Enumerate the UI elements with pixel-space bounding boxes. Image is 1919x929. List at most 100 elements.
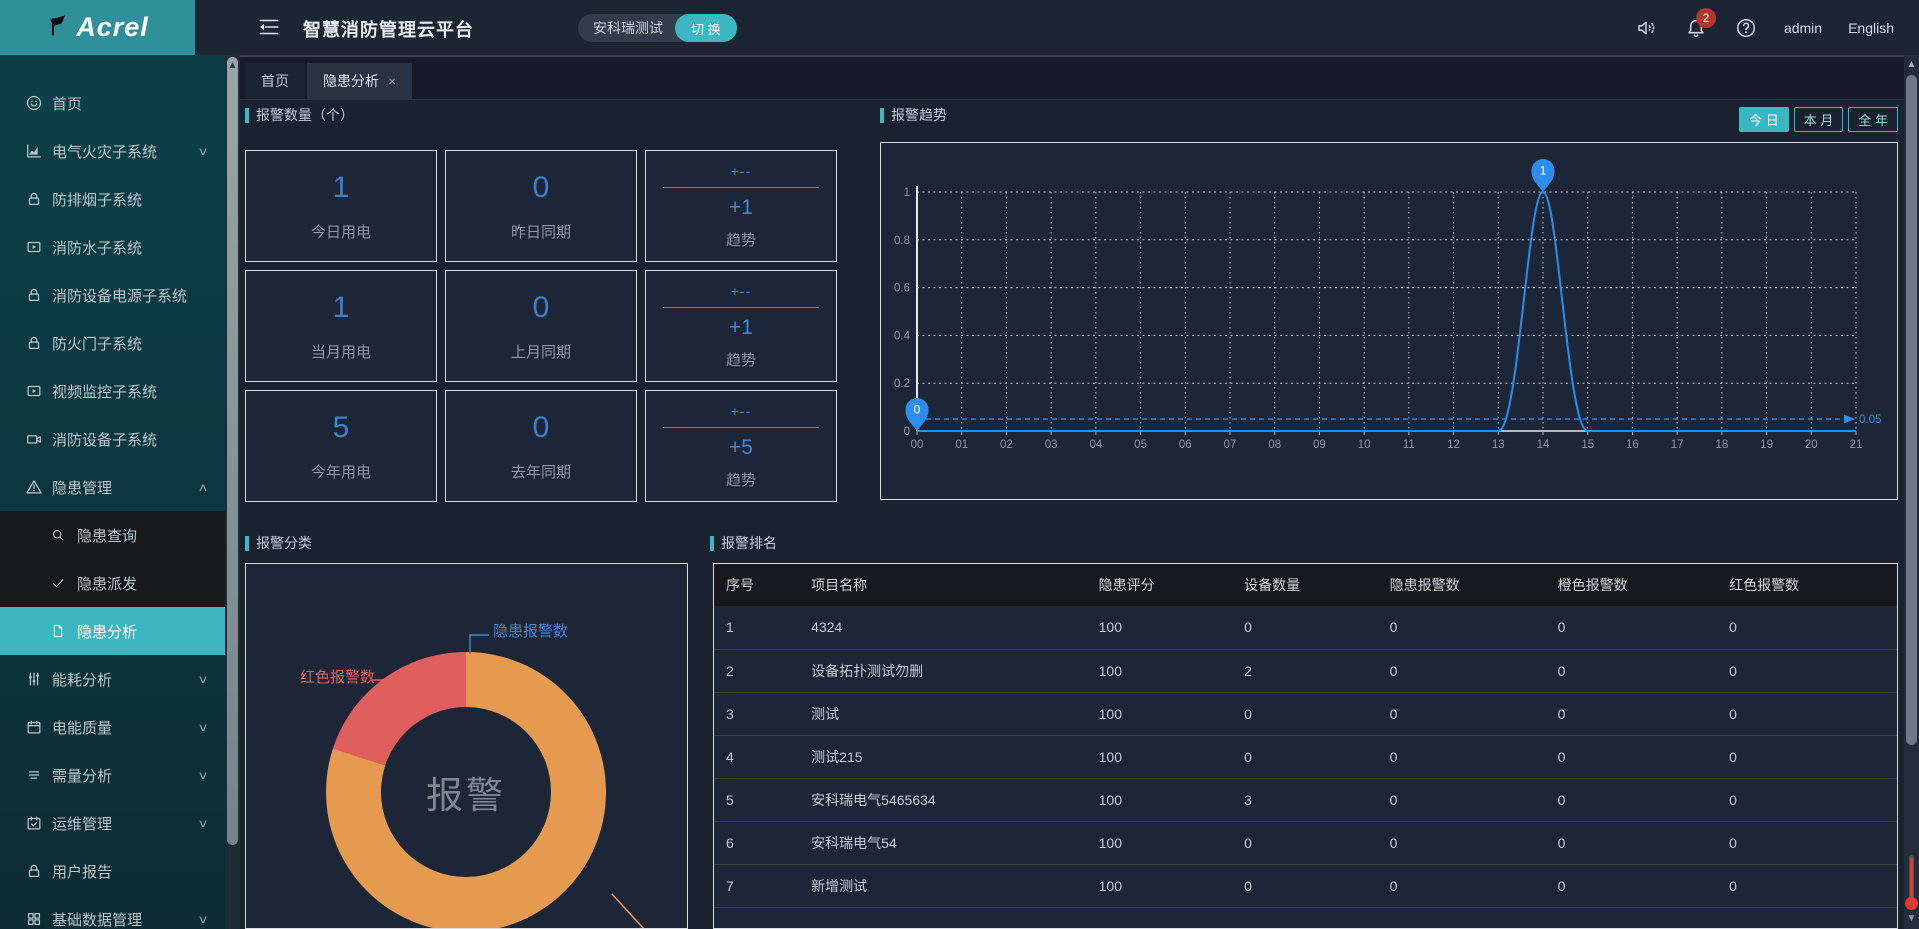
help-icon[interactable]	[1734, 16, 1758, 40]
main-scrollbar[interactable]: ▲ ▼	[1904, 55, 1919, 929]
sidebar-item[interactable]: 能耗分析 ∨	[0, 655, 225, 703]
sidebar-item[interactable]: 基础数据管理 ∨	[0, 895, 225, 929]
table-column-header: 序号	[714, 564, 799, 606]
table-column-header: 设备数量	[1232, 564, 1378, 606]
table-row[interactable]: 2设备拓扑测试勿删1002000	[714, 649, 1897, 692]
main-scrollbar-thumb[interactable]	[1906, 75, 1917, 745]
menu-fold-icon[interactable]	[256, 15, 282, 39]
table-cell: 0	[1546, 778, 1718, 821]
chevron-icon: ∨	[197, 769, 208, 782]
title-accent-bar	[245, 108, 249, 123]
table-cell: 0	[1546, 864, 1718, 907]
header-actions: 2 admin English	[1634, 0, 1894, 55]
table-cell: 0	[1546, 735, 1718, 778]
trend-range-button[interactable]: 全 年	[1848, 107, 1898, 132]
table-row[interactable]: 6安科瑞电气541000000	[714, 821, 1897, 864]
table-cell: 0	[1546, 692, 1718, 735]
chevron-icon: ∨	[197, 913, 208, 926]
trend-range-button[interactable]: 今 日	[1739, 107, 1789, 132]
sidebar-item[interactable]: 电气火灾子系统 ∨	[0, 127, 225, 175]
lock-icon	[25, 286, 43, 304]
chevron-icon: ∨	[197, 721, 208, 734]
stat-card: +-- +1 趋势	[645, 270, 837, 382]
sliders-icon	[25, 670, 43, 688]
sidebar-item[interactable]: 用户报告	[0, 847, 225, 895]
sidebar-scrollbar[interactable]: ▲	[225, 55, 240, 929]
table-cell: 0	[1546, 606, 1718, 649]
scroll-up-icon[interactable]: ▲	[1904, 59, 1919, 70]
sidebar-item-label: 电气火灾子系统	[52, 141, 157, 162]
sidebar-item[interactable]: 视频监控子系统	[0, 367, 225, 415]
sidebar-item[interactable]: 隐患查询	[0, 511, 225, 559]
sidebar-scrollbar-thumb[interactable]	[227, 57, 238, 845]
table-cell: 6	[714, 821, 799, 864]
trend-range-buttons: 今 日本 月全 年	[1739, 107, 1898, 132]
table-cell: 安科瑞电气54	[799, 821, 1086, 864]
sidebar-item[interactable]: 消防水子系统	[0, 223, 225, 271]
table-row[interactable]: 7新增测试1000000	[714, 864, 1897, 907]
logo-flag-icon	[46, 12, 72, 43]
table-cell: 0	[1378, 821, 1546, 864]
switch-project-button[interactable]: 切 换	[675, 14, 737, 42]
project-badge: 安科瑞测试 切 换	[578, 14, 737, 42]
sidebar-item-label: 视频监控子系统	[52, 381, 157, 402]
trend-range-button[interactable]: 本 月	[1794, 107, 1844, 132]
sidebar-item[interactable]: 消防设备子系统	[0, 415, 225, 463]
home-smile-icon	[25, 94, 43, 112]
svg-text:0.4: 0.4	[894, 330, 911, 342]
svg-text:11: 11	[1403, 439, 1415, 451]
logo-text: Acrel	[76, 12, 149, 43]
sidebar-item-label: 基础数据管理	[52, 909, 142, 929]
sidebar-item[interactable]: 运维管理 ∨	[0, 799, 225, 847]
table-cell: 0	[1717, 778, 1897, 821]
sidebar-item[interactable]: 需量分析 ∨	[0, 751, 225, 799]
table-cell: 0	[1717, 821, 1897, 864]
sidebar-item[interactable]: 防排烟子系统	[0, 175, 225, 223]
sidebar-item-label: 防火门子系统	[52, 333, 142, 354]
table-row[interactable]: 4测试2151000000	[714, 735, 1897, 778]
sidebar-item-label: 需量分析	[52, 765, 112, 786]
svg-text:1: 1	[1540, 164, 1547, 178]
scroll-up-icon[interactable]: ▲	[225, 60, 240, 71]
sidebar-item[interactable]: 隐患分析	[0, 607, 225, 655]
table-cell: 100	[1087, 864, 1233, 907]
sidebar-item[interactable]: 首页	[0, 79, 225, 127]
sidebar-item[interactable]: 电能质量 ∨	[0, 703, 225, 751]
stat-card: 5 今年用电	[245, 390, 437, 502]
main-content: 首页 隐患分析 × 报警数量（个） 1 今日用电 0 昨日同期 +-- +1 趋…	[240, 55, 1904, 929]
svg-text:0: 0	[904, 426, 910, 438]
speaker-icon[interactable]	[1634, 16, 1658, 40]
lock-icon	[25, 862, 43, 880]
sidebar-item[interactable]: 隐患派发	[0, 559, 225, 607]
svg-text:04: 04	[1089, 439, 1102, 451]
bell-icon[interactable]: 2	[1684, 16, 1708, 40]
document-icon	[50, 623, 68, 639]
language-switch[interactable]: English	[1848, 20, 1894, 36]
table-cell: 0	[1232, 821, 1378, 864]
table-cell: 100	[1087, 735, 1233, 778]
table-column-header: 橙色报警数	[1546, 564, 1718, 606]
sidebar-item[interactable]: 消防设备电源子系统	[0, 271, 225, 319]
stat-card: +-- +1 趋势	[645, 150, 837, 262]
svg-text:17: 17	[1671, 439, 1684, 451]
title-accent-bar	[710, 536, 714, 551]
check-icon	[50, 575, 68, 591]
username[interactable]: admin	[1784, 20, 1822, 36]
table-cell: 100	[1087, 606, 1233, 649]
svg-text:10: 10	[1358, 439, 1371, 451]
close-icon[interactable]: ×	[388, 63, 396, 99]
table-cell: 0	[1378, 692, 1546, 735]
sidebar-item[interactable]: 防火门子系统	[0, 319, 225, 367]
table-column-header: 红色报警数	[1717, 564, 1897, 606]
table-cell: 0	[1717, 735, 1897, 778]
scroll-down-icon[interactable]: ▼	[1904, 913, 1919, 924]
sidebar-item[interactable]: 隐患管理 ∧	[0, 463, 225, 511]
svg-text:08: 08	[1268, 439, 1281, 451]
table-cell: 0	[1717, 649, 1897, 692]
table-row[interactable]: 143241000000	[714, 606, 1897, 649]
tab[interactable]: 首页	[245, 63, 305, 99]
table-cell: 0	[1378, 735, 1546, 778]
tab[interactable]: 隐患分析 ×	[307, 63, 412, 99]
table-row[interactable]: 5安科瑞电气54656341003000	[714, 778, 1897, 821]
table-row[interactable]: 3测试1000000	[714, 692, 1897, 735]
